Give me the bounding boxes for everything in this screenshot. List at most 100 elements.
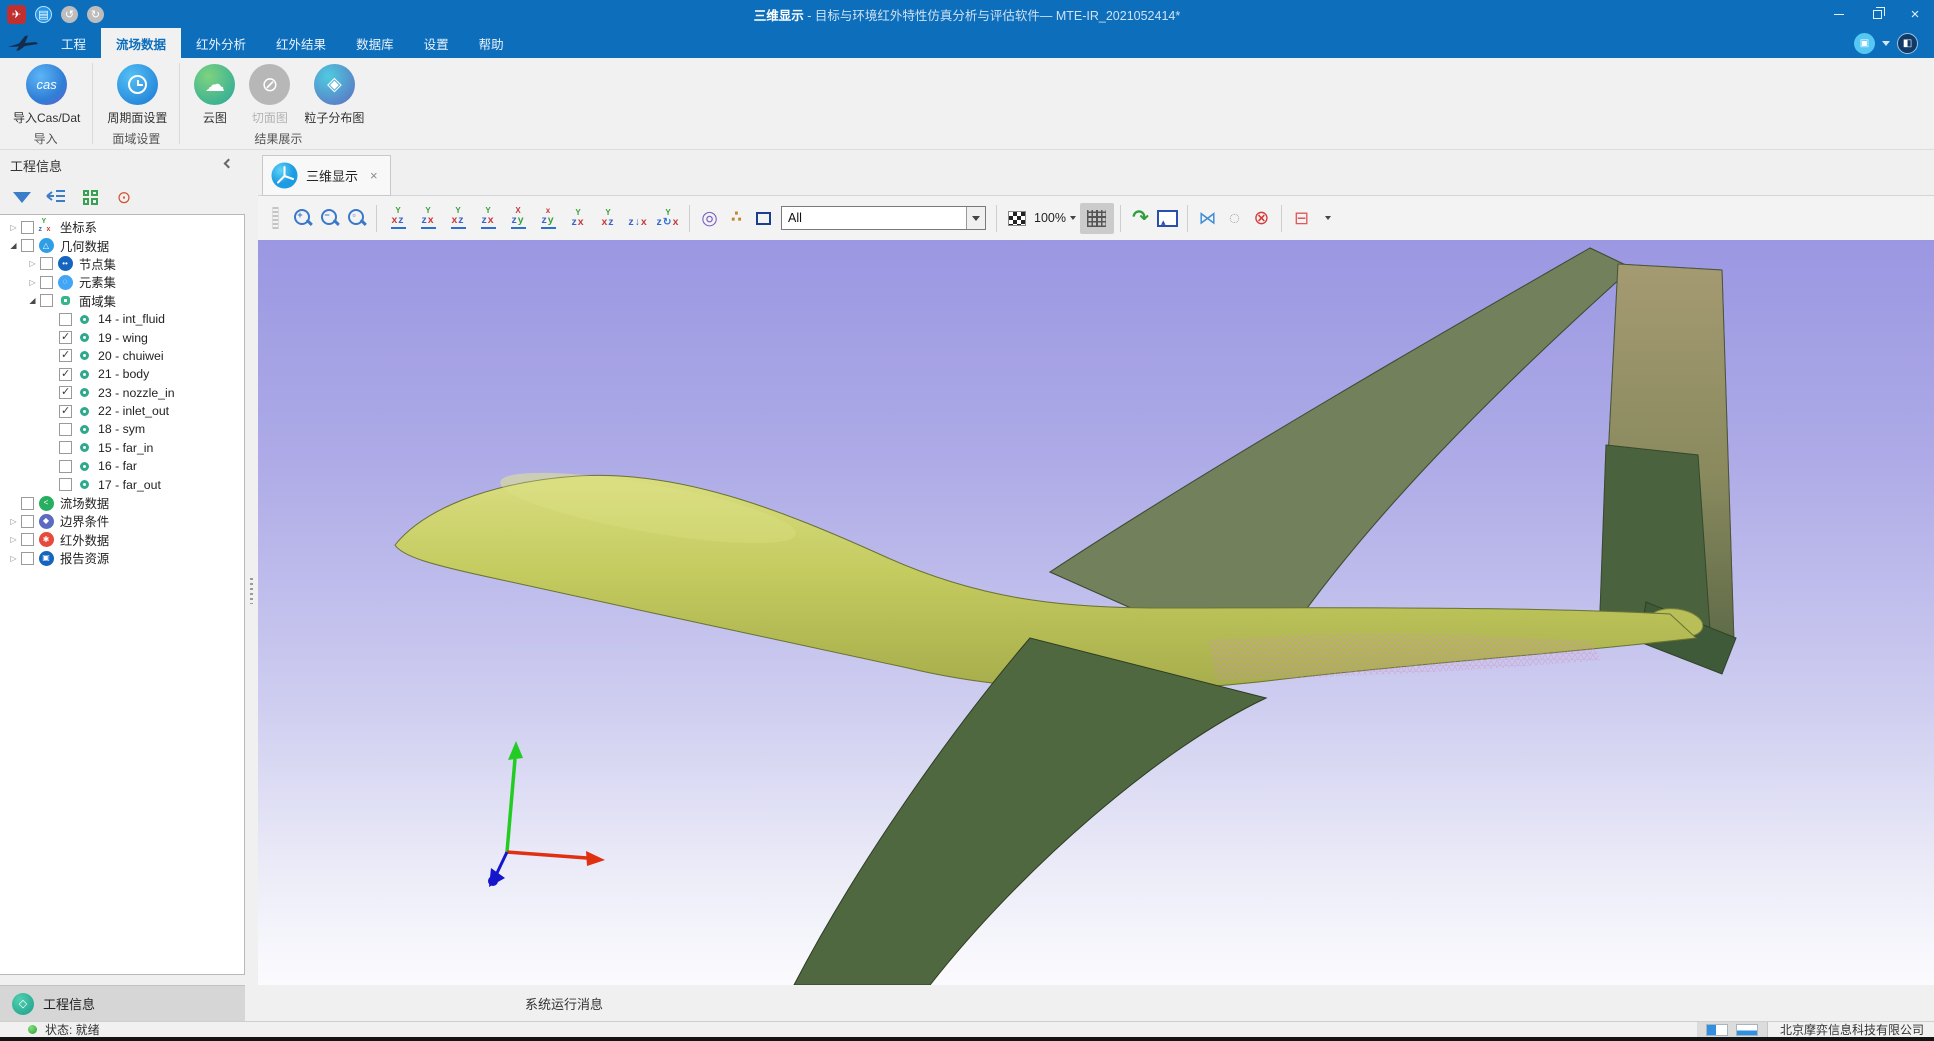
menu-project[interactable]: 工程 — [46, 28, 101, 58]
outline-list-button[interactable] — [44, 185, 68, 209]
layout-left-panel-icon[interactable] — [1706, 1024, 1728, 1036]
manual-button[interactable]: ◧ — [1897, 33, 1918, 54]
tree-item-node-set-checkbox[interactable] — [40, 257, 53, 270]
expander-collapsed-icon[interactable]: ▷ — [6, 554, 21, 563]
tree-item-20-chuiwei-checkbox[interactable] — [59, 349, 72, 362]
tree-item-node-set[interactable]: ▷••节点集 — [0, 255, 244, 273]
tree-item-report-resources-checkbox[interactable] — [21, 552, 34, 565]
tree-item-19-wing-checkbox[interactable] — [59, 331, 72, 344]
rotate-cw-button[interactable]: Yz↻x — [653, 202, 683, 234]
expander-collapsed-icon[interactable]: ▷ — [6, 223, 21, 232]
tree-item-flow-field-data-checkbox[interactable] — [21, 497, 34, 510]
undo-button[interactable]: ↺ — [61, 6, 78, 23]
tree-item-coordinate-system[interactable]: ▷Yzx坐标系 — [0, 218, 244, 236]
tree-item-surface-set-checkbox[interactable] — [40, 294, 53, 307]
mirror-button[interactable]: ⋈ — [1194, 202, 1221, 234]
tree-item-geometry-data-checkbox[interactable] — [21, 239, 34, 252]
expander-expanded-icon[interactable]: ◢ — [6, 241, 21, 250]
view-bottom-button[interactable]: xzy — [533, 202, 563, 234]
clear-results-button[interactable]: ⊗ — [1248, 202, 1275, 234]
import-cas-dat-button[interactable]: cas导入Cas/Dat — [6, 63, 87, 127]
tab-3d-display[interactable]: 三维显示 × — [262, 155, 391, 196]
style-button[interactable]: ▣ — [1854, 33, 1875, 54]
expander-collapsed-icon[interactable]: ▷ — [25, 278, 40, 287]
tree-item-element-set[interactable]: ▷◌元素集 — [0, 273, 244, 291]
particle-cluster-button[interactable]: ∴ — [723, 202, 750, 234]
zoom-in-button[interactable]: + — [289, 202, 316, 234]
zoom-out-button[interactable]: − — [316, 202, 343, 234]
tree-item-23-nozzle-in[interactable]: 23 - nozzle_in — [0, 384, 244, 402]
tree-item-19-wing[interactable]: 19 - wing — [0, 328, 244, 346]
tree-item-boundary-conditions[interactable]: ▷◆边界条件 — [0, 512, 244, 530]
viewbar-grip[interactable] — [272, 207, 279, 229]
tree-item-surface-set[interactable]: ◢面域集 — [0, 292, 244, 310]
tree-item-infrared-data-checkbox[interactable] — [21, 533, 34, 546]
group-nodes-button[interactable]: ◌ — [1221, 202, 1248, 234]
display-filter-combobox-drop-button[interactable] — [966, 207, 985, 229]
transparency-button[interactable] — [1003, 202, 1030, 234]
close-button[interactable]: × — [1896, 0, 1934, 28]
view-iso-button[interactable]: Yzx — [563, 202, 593, 234]
tree-item-16-far-checkbox[interactable] — [59, 460, 72, 473]
layout-bottom-panel-icon[interactable] — [1736, 1024, 1758, 1036]
periodic-surface-button[interactable]: 周期面设置 — [100, 63, 174, 127]
tree-item-element-set-checkbox[interactable] — [40, 276, 53, 289]
menu-flow-field-data[interactable]: 流场数据 — [101, 28, 181, 58]
particle-distribution-button[interactable]: ◈粒子分布图 — [297, 63, 371, 127]
tree-item-coordinate-system-checkbox[interactable] — [21, 221, 34, 234]
tree-item-18-sym[interactable]: 18 - sym — [0, 420, 244, 438]
tree-item-18-sym-checkbox[interactable] — [59, 423, 72, 436]
tree-item-flow-field-data[interactable]: <流场数据 — [0, 494, 244, 512]
grid-view-button[interactable] — [78, 185, 102, 209]
tree-item-14-int-fluid[interactable]: 14 - int_fluid — [0, 310, 244, 328]
expander-collapsed-icon[interactable]: ▷ — [25, 259, 40, 268]
restore-button[interactable] — [1858, 0, 1896, 28]
redo-button[interactable]: ↻ — [87, 6, 104, 23]
tree-item-16-far[interactable]: 16 - far — [0, 457, 244, 475]
tree-item-23-nozzle-in-checkbox[interactable] — [59, 386, 72, 399]
view-right-button[interactable]: Yzx — [473, 202, 503, 234]
expander-collapsed-icon[interactable]: ▷ — [6, 535, 21, 544]
tree-item-boundary-conditions-checkbox[interactable] — [21, 515, 34, 528]
view-left-button[interactable]: Yxz — [443, 202, 473, 234]
view-iso-back-button[interactable]: Yxz — [593, 202, 623, 234]
filter-button[interactable] — [10, 185, 34, 209]
tree-item-20-chuiwei[interactable]: 20 - chuiwei — [0, 347, 244, 365]
style-caret[interactable] — [1882, 41, 1890, 46]
rotate-down-button[interactable]: z↓x — [623, 202, 653, 234]
minimize-button[interactable] — [1820, 0, 1858, 28]
mesh-toggle-button[interactable] — [1080, 202, 1114, 234]
expander-collapsed-icon[interactable]: ▷ — [6, 517, 21, 526]
tree-item-21-body[interactable]: 21 - body — [0, 365, 244, 383]
tree-item-infrared-data[interactable]: ▷✱红外数据 — [0, 531, 244, 549]
view-front-button[interactable]: Yxz — [383, 202, 413, 234]
expander-expanded-icon[interactable]: ◢ — [25, 296, 40, 305]
menu-help[interactable]: 帮助 — [464, 28, 519, 58]
panel-collapse-button[interactable] — [225, 160, 235, 170]
tree-item-geometry-data[interactable]: ◢△几何数据 — [0, 236, 244, 254]
panel-footer[interactable]: ◇ 工程信息 — [0, 985, 245, 1021]
zoom-fit-button[interactable]: ▫ — [343, 202, 370, 234]
export-view-button[interactable]: ↷ — [1127, 202, 1154, 234]
tab-close-icon[interactable]: × — [370, 168, 378, 183]
menu-infrared-analysis[interactable]: 红外分析 — [181, 28, 261, 58]
save-button[interactable]: ▤ — [35, 6, 52, 23]
region-select-button[interactable] — [750, 202, 777, 234]
tree-item-17-far-out-checkbox[interactable] — [59, 478, 72, 491]
snapshot-button[interactable] — [1154, 202, 1181, 234]
probe-button[interactable]: ◎ — [696, 202, 723, 234]
tree-item-22-inlet-out[interactable]: 22 - inlet_out — [0, 402, 244, 420]
display-filter-combobox[interactable]: All — [777, 202, 990, 234]
package-export-button[interactable]: ⊟ — [1288, 202, 1315, 234]
app-logo-button[interactable]: ✈ — [7, 5, 26, 24]
contour-plot-button[interactable]: ☁云图 — [187, 63, 242, 127]
tree-item-21-body-checkbox[interactable] — [59, 368, 72, 381]
display-filter-combobox[interactable]: All — [781, 206, 986, 230]
view-back-button[interactable]: Yzx — [413, 202, 443, 234]
menu-settings[interactable]: 设置 — [409, 28, 464, 58]
tree-item-report-resources[interactable]: ▷▣报告资源 — [0, 549, 244, 567]
toolbar-overflow-caret[interactable] — [1315, 202, 1342, 234]
tree-item-15-far-in[interactable]: 15 - far_in — [0, 439, 244, 457]
target-button[interactable]: ⊙ — [112, 185, 136, 209]
zoom-level-dropdown[interactable]: 100% — [1030, 211, 1080, 225]
